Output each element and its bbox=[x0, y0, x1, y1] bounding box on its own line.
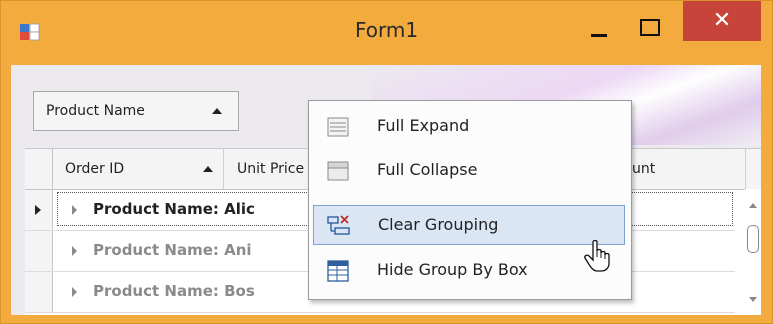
menu-item-label: Full Collapse bbox=[377, 160, 478, 179]
vertical-scrollbar[interactable] bbox=[745, 189, 761, 315]
close-icon: ✕ bbox=[712, 8, 732, 33]
scroll-thumb[interactable] bbox=[747, 225, 759, 253]
column-header-amount[interactable]: unt bbox=[632, 161, 655, 177]
hide-group-box-icon bbox=[327, 260, 349, 282]
title-bar[interactable]: Form1 ✕ bbox=[1, 1, 772, 61]
menu-item-full-collapse[interactable]: Full Collapse bbox=[313, 151, 625, 191]
minimize-button[interactable] bbox=[587, 16, 611, 38]
group-row-text: Product Name: Ani bbox=[93, 241, 252, 259]
clear-grouping-icon bbox=[327, 215, 350, 235]
group-chip-label: Product Name bbox=[46, 103, 145, 119]
column-separator[interactable] bbox=[745, 149, 746, 189]
scroll-down-arrow-icon[interactable] bbox=[749, 297, 757, 302]
group-by-chip-product-name[interactable]: Product Name bbox=[33, 91, 239, 131]
maximize-button[interactable] bbox=[637, 16, 661, 38]
menu-item-full-expand[interactable]: Full Expand bbox=[313, 107, 625, 147]
close-button[interactable]: ✕ bbox=[683, 1, 761, 41]
column-sort-ascending-icon bbox=[203, 166, 213, 172]
scroll-up-arrow-icon[interactable] bbox=[749, 203, 757, 208]
header-indicator-cell bbox=[25, 149, 53, 189]
full-expand-icon bbox=[327, 117, 349, 137]
current-row-pointer-icon bbox=[35, 205, 41, 215]
expand-arrow-icon[interactable] bbox=[72, 246, 77, 256]
column-header-order-id[interactable]: Order ID bbox=[65, 161, 124, 177]
menu-item-label: Full Expand bbox=[377, 116, 470, 135]
column-separator[interactable] bbox=[223, 149, 224, 189]
mouse-pointer-icon bbox=[584, 239, 610, 272]
sort-ascending-icon bbox=[212, 108, 222, 114]
menu-item-hide-group-by-box[interactable]: Hide Group By Box bbox=[313, 251, 625, 291]
full-collapse-icon bbox=[327, 161, 349, 181]
row-indicator bbox=[25, 190, 53, 230]
menu-item-label: Hide Group By Box bbox=[377, 260, 528, 279]
column-header-unit-price[interactable]: Unit Price bbox=[237, 161, 304, 177]
group-row-text: Product Name: Bos bbox=[93, 282, 255, 300]
menu-item-label: Clear Grouping bbox=[378, 215, 499, 234]
row-indicator bbox=[25, 231, 53, 271]
row-indicator bbox=[25, 272, 53, 312]
menu-item-clear-grouping[interactable]: Clear Grouping bbox=[313, 205, 625, 245]
expand-arrow-icon[interactable] bbox=[72, 287, 77, 297]
